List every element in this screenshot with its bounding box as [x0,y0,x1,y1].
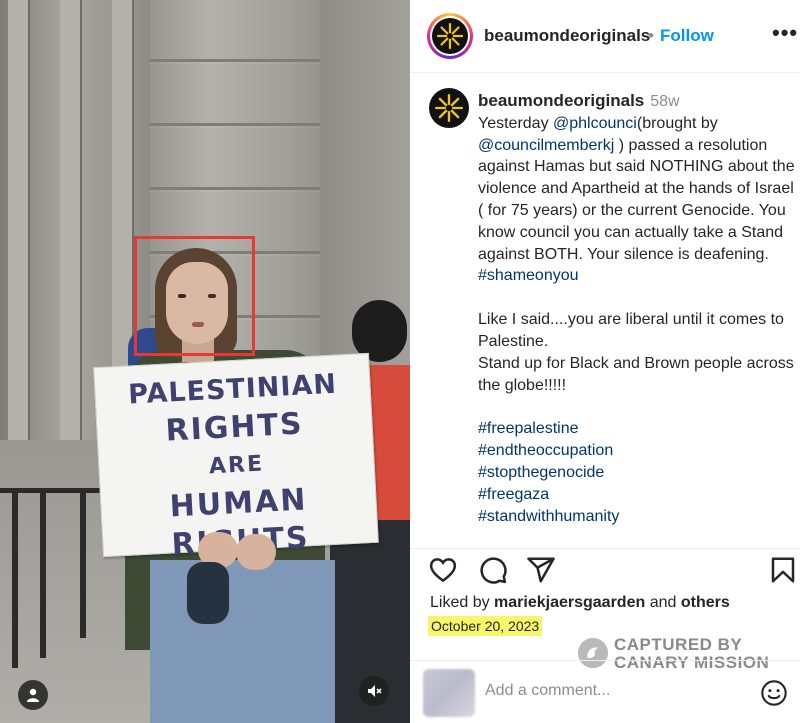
user-tag-button[interactable] [18,680,48,710]
watermark-line: CAPTURED BY [614,635,743,654]
author-username[interactable]: beaumondeoriginals [484,26,650,46]
protest-sign: PALESTINIAN RIGHTS ARE HUMAN RIGHTS [93,352,379,562]
post-date[interactable]: October 20, 2023 [428,616,543,636]
share-icon[interactable] [526,555,556,585]
follow-button[interactable]: Follow [660,26,714,46]
heart-icon[interactable] [428,555,458,585]
author-avatar[interactable] [427,13,473,59]
post-time[interactable]: 58w [650,93,679,110]
separator-dot: • [648,26,654,45]
comment-row: Add a comment... [410,660,800,723]
likes-prefix: Liked by [430,594,490,611]
caption-text: Yesterday [478,114,554,132]
caption-paragraph: Like I said....you are liberal until it … [478,311,784,350]
caption-text: (brought by [636,114,718,132]
hashtag-list: #freepalestine #endtheoccupation #stopth… [478,418,796,527]
caption-avatar[interactable] [429,88,469,128]
jeans [150,560,335,723]
caption-paragraph: Yesterday @phlcounci(brought by @council… [478,113,796,287]
mute-button[interactable] [359,676,389,706]
face-mask [187,562,229,624]
muted-speaker-icon [368,685,382,697]
post-caption: beaumondeoriginals 58w Yesterday @phlcoun… [478,90,796,536]
action-bar [410,548,800,588]
likes-summary: Liked by mariekjaersgaarden and others [430,594,730,612]
hashtag-link[interactable]: #standwithhumanity [478,506,796,528]
mention-link[interactable]: @councilmemberkj [478,137,614,154]
sun-logo-icon [436,22,464,50]
viewer-avatar [423,669,475,717]
post-photo[interactable]: PALESTINIAN RIGHTS ARE HUMAN RIGHTS [0,0,410,723]
post-panel: beaumondeoriginals • Follow ••• beaumond… [410,0,800,723]
user-icon [27,688,39,702]
hashtag-link[interactable]: #shameonyou [478,267,579,284]
hashtag-link[interactable]: #stopthegenocide [478,462,796,484]
more-options-button[interactable]: ••• [772,20,798,46]
likes-and: and [649,594,677,611]
caption-paragraph: Stand up for Black and Brown people acro… [478,354,794,394]
sun-logo-icon [434,93,464,123]
hand [236,534,276,570]
sign-text: PALESTINIAN RIGHTS ARE HUMAN RIGHTS [95,364,379,568]
railing [0,488,110,668]
comment-icon[interactable] [478,555,508,585]
hashtag-link[interactable]: #endtheoccupation [478,440,796,462]
caption-username[interactable]: beaumondeoriginals [478,91,644,110]
building-column [60,0,82,460]
mention-link[interactable]: @phlcounci [553,115,637,132]
building-column [8,0,30,460]
hashtag-link[interactable]: #freegaza [478,484,796,506]
emoji-icon[interactable] [760,679,788,707]
face-highlight-box [134,236,255,356]
post-header: beaumondeoriginals • Follow ••• [410,0,800,73]
comment-input[interactable]: Add a comment... [485,682,610,700]
bookmark-icon[interactable] [768,555,798,585]
likes-others-link[interactable]: others [681,594,730,611]
hashtag-link[interactable]: #freepalestine [478,418,796,440]
liked-by-user[interactable]: mariekjaersgaarden [494,594,645,611]
caption-text: ) passed a resolution against Hamas but … [478,136,795,263]
